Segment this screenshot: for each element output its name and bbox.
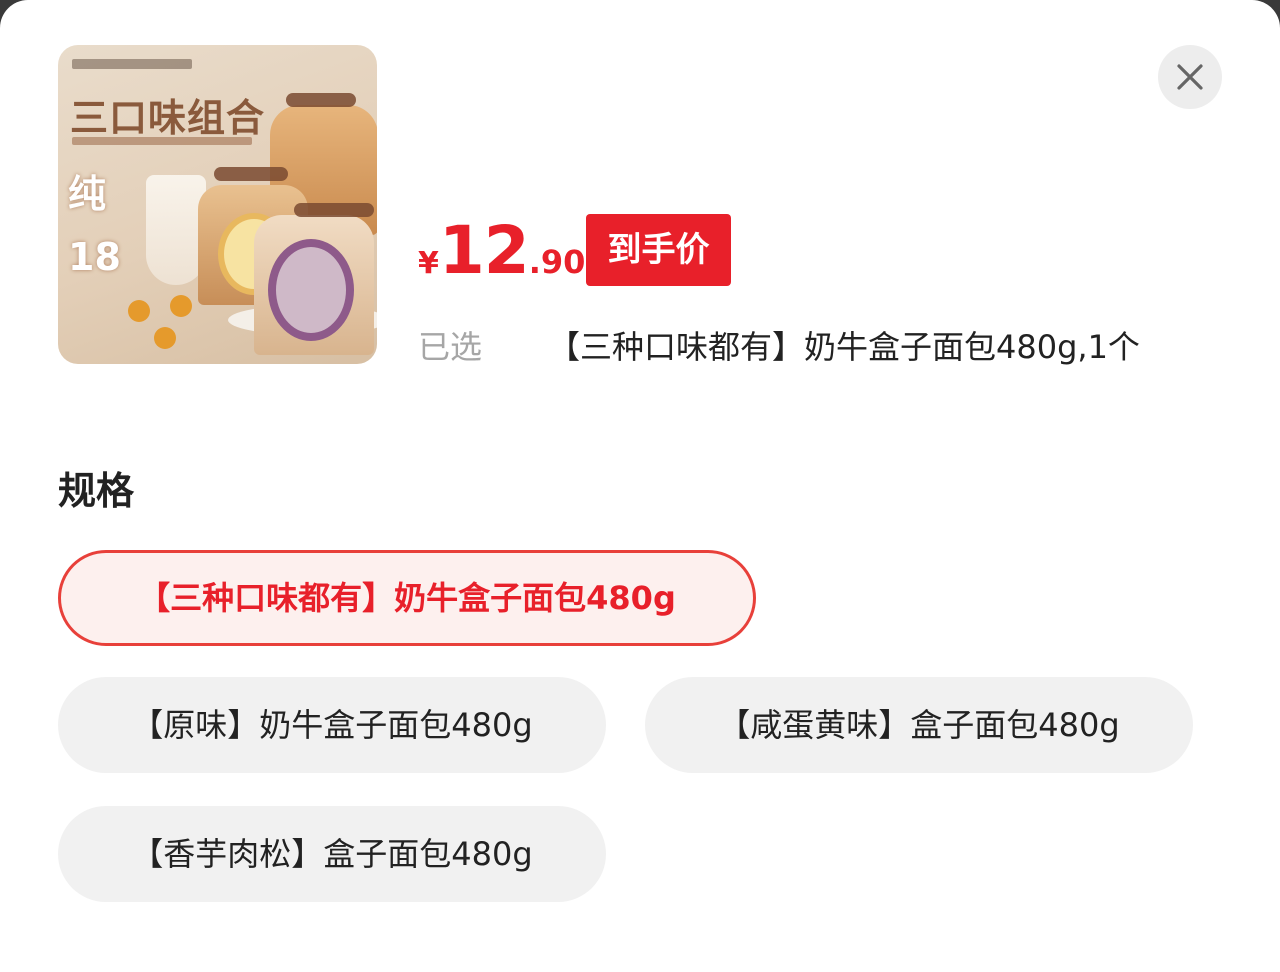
price: ¥12.90	[418, 212, 585, 289]
spec-option-label: 【三种口味都有】奶牛盒子面包480g	[138, 579, 676, 617]
spec-option-label: 【咸蛋黄味】盒子面包480g	[718, 706, 1120, 744]
price-decimal: .90	[528, 243, 586, 281]
bread-loaf	[254, 215, 374, 355]
milk-glass	[146, 175, 206, 285]
spec-option-three-flavors[interactable]: 【三种口味都有】奶牛盒子面包480g	[58, 550, 756, 646]
image-text-number: 18	[68, 235, 121, 279]
selected-value: 【三种口味都有】奶牛盒子面包480g,1个	[548, 328, 1140, 366]
spec-option-original[interactable]: 【原味】奶牛盒子面包480g	[58, 677, 606, 773]
selected-label: 已选	[418, 328, 483, 366]
spec-option-label: 【香芋肉松】盒子面包480g	[131, 835, 533, 873]
spec-option-label: 【原味】奶牛盒子面包480g	[131, 706, 533, 744]
spec-option-salted-egg-yolk[interactable]: 【咸蛋黄味】盒子面包480g	[645, 677, 1193, 773]
close-button[interactable]	[1158, 45, 1222, 109]
spec-title: 规格	[58, 469, 135, 513]
product-image: 三口味组合 纯 18	[58, 45, 377, 364]
sku-sheet: 三口味组合 纯 18 ¥12.90 到手价 已选 【三种口味都有】奶牛盒子面包4…	[0, 0, 1280, 972]
final-price-badge: 到手价	[586, 214, 731, 286]
spec-option-taro-floss[interactable]: 【香芋肉松】盒子面包480g	[58, 806, 606, 902]
price-integer: 12	[438, 212, 530, 289]
brand-logo	[72, 59, 192, 69]
image-text-pure: 纯	[68, 172, 107, 216]
currency-symbol: ¥	[418, 246, 439, 281]
close-icon	[1177, 64, 1203, 90]
image-headline: 三口味组合	[70, 96, 266, 140]
